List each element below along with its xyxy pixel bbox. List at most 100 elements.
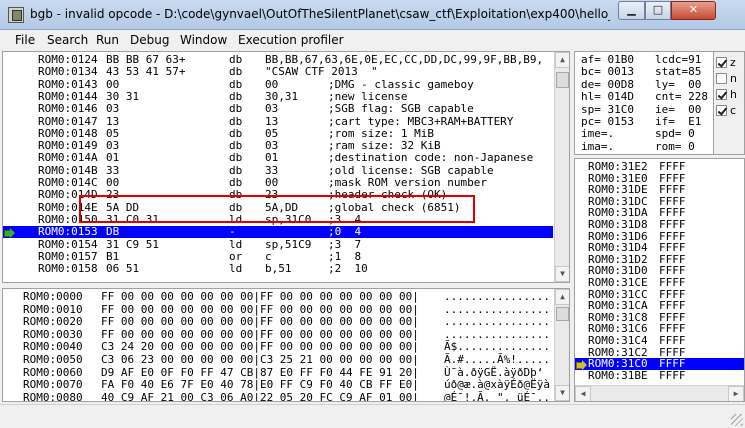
code-row[interactable]: ROM0:0134 43 53 41 57+ db "CSAW CTF 2013 " [3,66,553,78]
memory-row[interactable]: ROM0:0080 40 C9 AF 21 00 C3 06 A0|22 05 2… [3,390,553,402]
flag-z-checkbox[interactable] [716,57,727,68]
memory-row[interactable]: ROM0:0000 FF 00 00 00 00 00 00 00|FF 00 0… [3,291,553,303]
code-row[interactable]: ROM0:0147 13 db 13 ;cart type: MBC3+RAM+BATT… [3,114,553,128]
title-bar[interactable]: bgb - invalid opcode - D:\code\gynvael\O… [0,0,745,30]
minimize-button[interactable]: ▁ [618,1,645,20]
menu-window[interactable]: Window [180,33,227,47]
register-row[interactable]: ime=. spd= 0 [575,128,713,140]
flag-h[interactable]: h [716,88,742,102]
flag-h-label: h [730,88,737,101]
menu-run[interactable]: Run [96,33,119,47]
register-right: ie= 00 [655,102,702,116]
code-bytes: DB [106,225,120,239]
memory-row[interactable]: ROM0:0030 FF 00 00 00 00 00 00 00|FF 00 0… [3,328,553,341]
memory-row[interactable]: ROM0:0060 D9 AF E0 0F F0 FF 47 CB|87 E0 F… [3,365,553,379]
code-mnemonic: db [229,53,243,66]
code-comment: ;mask ROM version number [328,176,487,189]
code-row[interactable]: ROM0:0149 03 db 03 ;ram size: 32 KiB [3,140,553,152]
menu-execution-profiler[interactable]: Execution profiler [238,33,344,47]
memory-row[interactable]: ROM0:0050 C3 06 23 00 00 00 00 00|C3 25 2… [3,354,553,366]
memory-row[interactable]: ROM0:0040 C3 24 20 00 00 00 00 00|FF 00 0… [3,341,553,353]
close-button[interactable]: ✕ [671,1,716,20]
memory-address: ROM0:0060 [23,365,83,379]
code-row[interactable]: ROM0:014C 00 db 00 ;mask ROM version number [3,177,553,189]
disassembly-vscroll[interactable]: ▲ ▼ [554,52,569,282]
scroll-thumb[interactable] [556,307,569,321]
scroll-left-arrow[interactable]: ◀ [575,386,591,401]
code-row[interactable]: ROM0:0153 DB - ;0 4 [3,225,553,239]
code-mnemonic: db [229,163,243,177]
code-mnemonic: db [229,151,243,165]
flag-c-checkbox[interactable] [716,105,727,116]
code-mnemonic: db [229,126,243,140]
code-row[interactable]: ROM0:0148 05 db 05 ;rom size: 1 MiB [3,126,553,140]
code-row[interactable]: ROM0:0143 00 db 00 ;DMG - classic gameboy [3,78,553,91]
memory-row[interactable]: ROM0:0010 FF 00 00 00 00 00 00 00|FF 00 0… [3,303,553,316]
register-left: sp= 31C0 [581,102,634,116]
scroll-thumb[interactable] [556,72,569,88]
code-address: ROM0:0158 [38,262,98,276]
code-comment: ;0 4 [328,225,362,239]
memory-hex: 40 C9 AF 21 00 C3 06 A0|22 05 20 FC C9 A… [101,390,419,402]
scroll-down-arrow[interactable]: ▼ [555,385,569,401]
register-row[interactable]: af= 01B0 lcdc=91 [575,54,713,66]
code-address: ROM0:0157 [38,249,98,263]
register-left: ime=. [581,127,615,141]
code-row[interactable]: ROM0:0144 30 31 db 30,31 ;new license [3,90,553,103]
flag-z[interactable]: z [716,56,742,70]
scroll-right-arrow[interactable]: ▶ [728,386,744,401]
register-right: cnt= 228 [655,90,708,104]
register-row[interactable]: bc= 0013 stat=85 [575,66,713,78]
resize-grip[interactable] [731,414,743,426]
register-row[interactable]: ima=. rom= 0 [575,140,713,153]
code-comment: ;ram size: 32 KiB [328,139,441,153]
code-bytes: 43 53 41 57+ [106,65,186,79]
code-operands: 03 [265,139,279,153]
flag-z-label: z [730,56,736,69]
code-mnemonic: db [229,102,243,116]
memory-vscroll[interactable]: ▲ ▼ [554,289,569,401]
stack-row[interactable]: ROM0:31BE FFFF [575,369,744,382]
memory-row[interactable]: ROM0:0070 FA F0 40 E6 7F E0 40 78|E0 FF C… [3,379,553,391]
code-bytes: 03 [106,139,120,153]
code-operands: 01 [265,151,279,165]
flag-h-checkbox[interactable] [716,89,727,100]
registers-pane[interactable]: af= 01B0 lcdc=91 bc= 0013 stat=85 de= 00D8 ly… [574,51,714,155]
flag-n-checkbox[interactable] [716,73,727,84]
register-row[interactable]: de= 00D8 ly= 00 [575,78,713,91]
flag-n[interactable]: n [716,72,742,86]
register-row[interactable]: sp= 31C0 ie= 00 [575,102,713,116]
status-bar [0,404,745,428]
maximize-button[interactable]: □ [645,1,671,20]
app-icon[interactable] [8,7,24,23]
stack-hscroll[interactable]: ◀ ▶ [575,385,744,401]
disassembly-pane[interactable]: ▲ ▼ ROM0:0124 BB BB 67 63+ db BB,BB,67,63,6… [2,51,570,283]
memory-row[interactable]: ROM0:0020 FF 00 00 00 00 00 00 00|FF 00 0… [3,316,553,328]
code-address: ROM0:0154 [38,237,98,251]
code-row[interactable]: ROM0:0146 03 db 03 ;SGB flag: SGB capable [3,103,553,115]
scroll-up-arrow[interactable]: ▲ [555,289,569,305]
menu-search[interactable]: Search [47,33,88,47]
code-row[interactable]: ROM0:0158 06 51 ld b,51 ;2 10 [3,263,553,275]
flag-c[interactable]: c [716,104,742,118]
code-row[interactable]: ROM0:0124 BB BB 67 63+ db BB,BB,67,63,6E,0E… [3,54,553,66]
code-address: ROM0:014B [38,163,98,177]
menu-debug[interactable]: Debug [130,33,169,47]
memory-pane[interactable]: ▲ ▼ ROM0:0000 FF 00 00 00 00 00 00 00|FF … [2,288,570,402]
register-row[interactable]: pc= 0153 if= E1 [575,116,713,128]
register-row[interactable]: hl= 014D cnt= 228 [575,91,713,103]
scroll-down-arrow[interactable]: ▼ [555,266,569,282]
menu-file[interactable]: File [15,33,35,47]
code-row[interactable]: ROM0:0154 31 C9 51 ld sp,51C9 ;3 7 [3,237,553,251]
code-bytes: 00 [106,176,120,189]
code-bytes: 05 [106,126,120,140]
scroll-up-arrow[interactable]: ▲ [555,52,569,68]
memory-hex: FF 00 00 00 00 00 00 00|FF 00 00 00 00 0… [101,290,419,303]
stack-pane[interactable]: ROM0:31E2 FFFF ROM0:31E0 FFFF ROM0:31DE FFFF R… [574,158,745,402]
code-comment: ;1 8 [328,249,362,263]
code-row[interactable]: ROM0:014A 01 db 01 ;destination code: non-Ja… [3,152,553,164]
code-row[interactable]: ROM0:014B 33 db 33 ;old license: SGB capable [3,163,553,177]
code-address: ROM0:0147 [38,114,98,128]
code-row[interactable]: ROM0:0157 B1 or c ;1 8 [3,249,553,263]
code-mnemonic: db [229,65,243,79]
